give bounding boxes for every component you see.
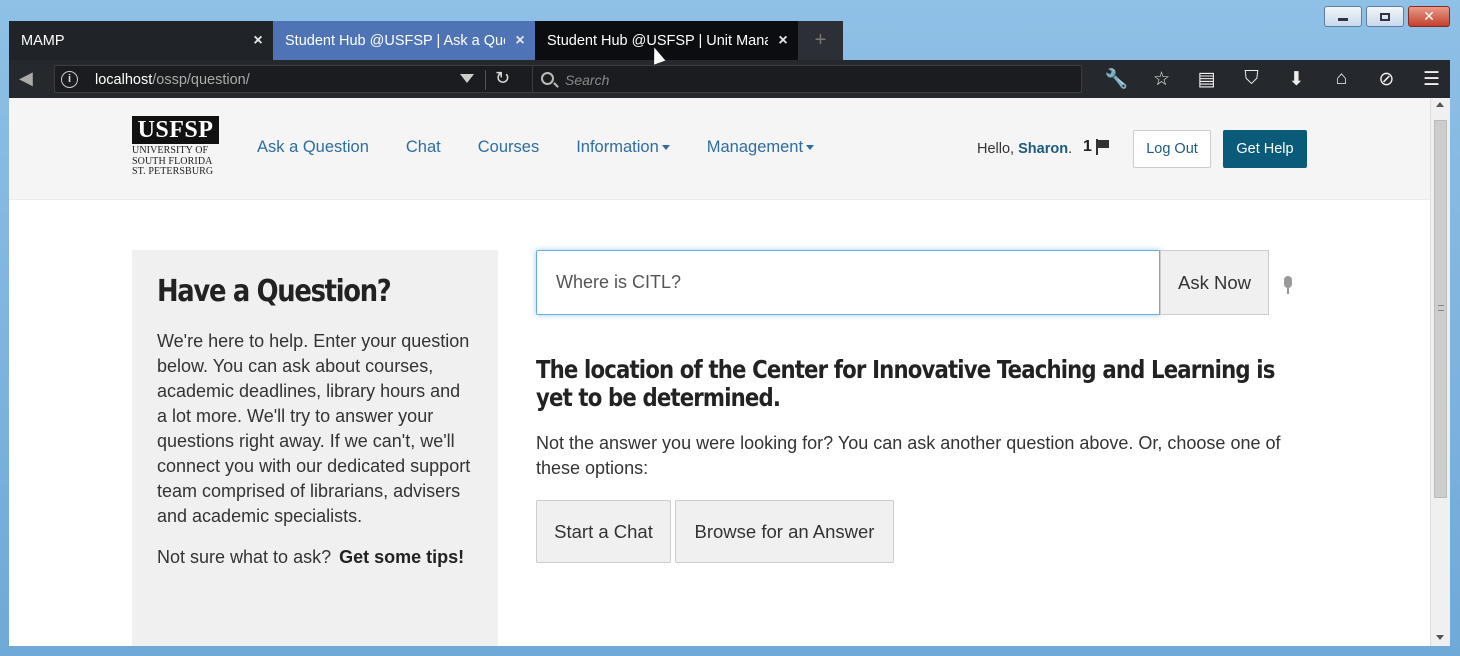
logo-line: UNIVERSITY OF xyxy=(132,145,209,156)
grip-icon xyxy=(1438,305,1444,311)
scroll-up-icon[interactable] xyxy=(1436,102,1444,107)
sidebar-title: Have a Question? xyxy=(157,274,392,309)
maximize-button[interactable] xyxy=(1366,6,1404,27)
download-icon[interactable]: ⬇ xyxy=(1274,60,1319,98)
get-help-button[interactable]: Get Help xyxy=(1223,130,1307,168)
flag-icon xyxy=(1095,139,1110,155)
tab-title: MAMP xyxy=(21,32,65,49)
sidebar-body: We're here to help. Enter your question … xyxy=(157,331,471,526)
microphone-icon[interactable] xyxy=(1283,276,1293,296)
nav-courses[interactable]: Courses xyxy=(478,138,539,157)
scroll-down-icon[interactable] xyxy=(1436,635,1444,640)
vertical-scrollbar[interactable] xyxy=(1430,98,1450,646)
browse-answer-button[interactable]: Browse for an Answer xyxy=(675,500,894,563)
logo-mark: USFSP xyxy=(132,116,219,144)
dropdown-icon[interactable] xyxy=(460,74,474,83)
logo-subtitle: UNIVERSITY OF SOUTH FLORIDA ST. PETERSBU… xyxy=(132,145,222,178)
window-controls: ✕ xyxy=(1324,6,1450,27)
answer-text: The location of the Center for Innovativ… xyxy=(536,355,1275,412)
site-header: USFSP UNIVERSITY OF SOUTH FLORIDA ST. PE… xyxy=(9,98,1430,200)
home-icon[interactable]: ⌂ xyxy=(1319,60,1364,98)
start-chat-button[interactable]: Start a Chat xyxy=(536,500,671,563)
search-placeholder: Search xyxy=(565,72,610,88)
close-icon[interactable]: × xyxy=(768,32,798,50)
close-icon[interactable]: × xyxy=(243,32,273,50)
url-bar[interactable]: i localhost/ossp/question/ ↻ xyxy=(54,65,534,93)
ask-now-button[interactable]: Ask Now xyxy=(1160,250,1269,315)
search-bar[interactable]: Search xyxy=(532,65,1082,93)
divider xyxy=(485,70,486,90)
followup-text: Not the answer you were looking for? You… xyxy=(536,433,1281,478)
url-host: localhost xyxy=(95,72,153,88)
tab-unit-manager[interactable]: Student Hub @USFSP | Unit Mana × xyxy=(535,21,798,60)
nav-chat[interactable]: Chat xyxy=(406,138,441,157)
usfsp-logo[interactable]: USFSP UNIVERSITY OF SOUTH FLORIDA ST. PE… xyxy=(132,116,222,178)
tips-prefix: Not sure what to ask? xyxy=(157,547,332,567)
nav-ask-a-question[interactable]: Ask a Question xyxy=(257,138,369,157)
page-content: USFSP UNIVERSITY OF SOUTH FLORIDA ST. PE… xyxy=(9,98,1430,646)
url-path: /ossp/question/ xyxy=(152,72,250,88)
wrench-icon[interactable]: 🔧 xyxy=(1094,60,1139,98)
search-icon xyxy=(541,72,554,85)
url-text: localhost/ossp/question/ xyxy=(95,72,250,88)
greeting: Hello, Sharon. xyxy=(977,141,1073,157)
tab-ask-question[interactable]: Student Hub @USFSP | Ask a Que × xyxy=(273,21,535,60)
greeting-prefix: Hello, xyxy=(977,141,1015,157)
tips-line: Not sure what to ask? Get some tips! xyxy=(157,547,473,568)
sync-icon[interactable]: ⊘ xyxy=(1364,60,1409,98)
caret-down-icon xyxy=(806,145,815,151)
nav-information[interactable]: Information xyxy=(576,138,670,157)
notifications[interactable]: 1 xyxy=(1083,138,1110,156)
logout-button[interactable]: Log Out xyxy=(1133,130,1211,168)
toolbar-icons: 🔧 ☆ ▤ ⛉ ⬇ ⌂ ⊘ ☰ xyxy=(1094,60,1454,98)
menu-icon[interactable]: ☰ xyxy=(1409,60,1454,98)
get-tips-link[interactable]: Get some tips! xyxy=(339,547,464,567)
user-name[interactable]: Sharon xyxy=(1018,141,1068,157)
nav-label: Management xyxy=(706,138,804,156)
reader-icon[interactable]: ▤ xyxy=(1184,60,1229,98)
caret-down-icon xyxy=(661,145,670,151)
notification-count: 1 xyxy=(1083,138,1092,155)
tab-title: Student Hub @USFSP | Ask a Que xyxy=(285,32,505,49)
question-sidebar: Have a Question? We're here to help. Ent… xyxy=(132,250,498,646)
close-icon[interactable]: × xyxy=(505,32,535,50)
browser-toolbar: ◀ i localhost/ossp/question/ ↻ Search 🔧 … xyxy=(9,60,1450,98)
question-input[interactable]: Where is CITL? xyxy=(536,250,1160,315)
reload-icon[interactable]: ↻ xyxy=(495,68,510,89)
main-nav: Ask a Question Chat Courses Information … xyxy=(257,138,851,157)
scroll-thumb[interactable] xyxy=(1434,120,1447,498)
new-tab-button[interactable]: + xyxy=(798,21,843,60)
tab-mamp[interactable]: MAMP × xyxy=(9,21,273,60)
nav-management[interactable]: Management xyxy=(706,138,815,157)
tab-strip: MAMP × Student Hub @USFSP | Ask a Que × … xyxy=(9,21,843,60)
pocket-icon[interactable]: ⛉ xyxy=(1229,60,1274,98)
logo-line: ST. PETERSBURG xyxy=(132,166,214,177)
info-icon[interactable]: i xyxy=(61,71,78,88)
star-icon[interactable]: ☆ xyxy=(1139,60,1184,98)
close-window-button[interactable]: ✕ xyxy=(1408,6,1450,27)
minimize-button[interactable] xyxy=(1324,6,1362,27)
nav-label: Information xyxy=(576,138,659,156)
back-arrow-icon[interactable]: ◀ xyxy=(19,68,43,90)
